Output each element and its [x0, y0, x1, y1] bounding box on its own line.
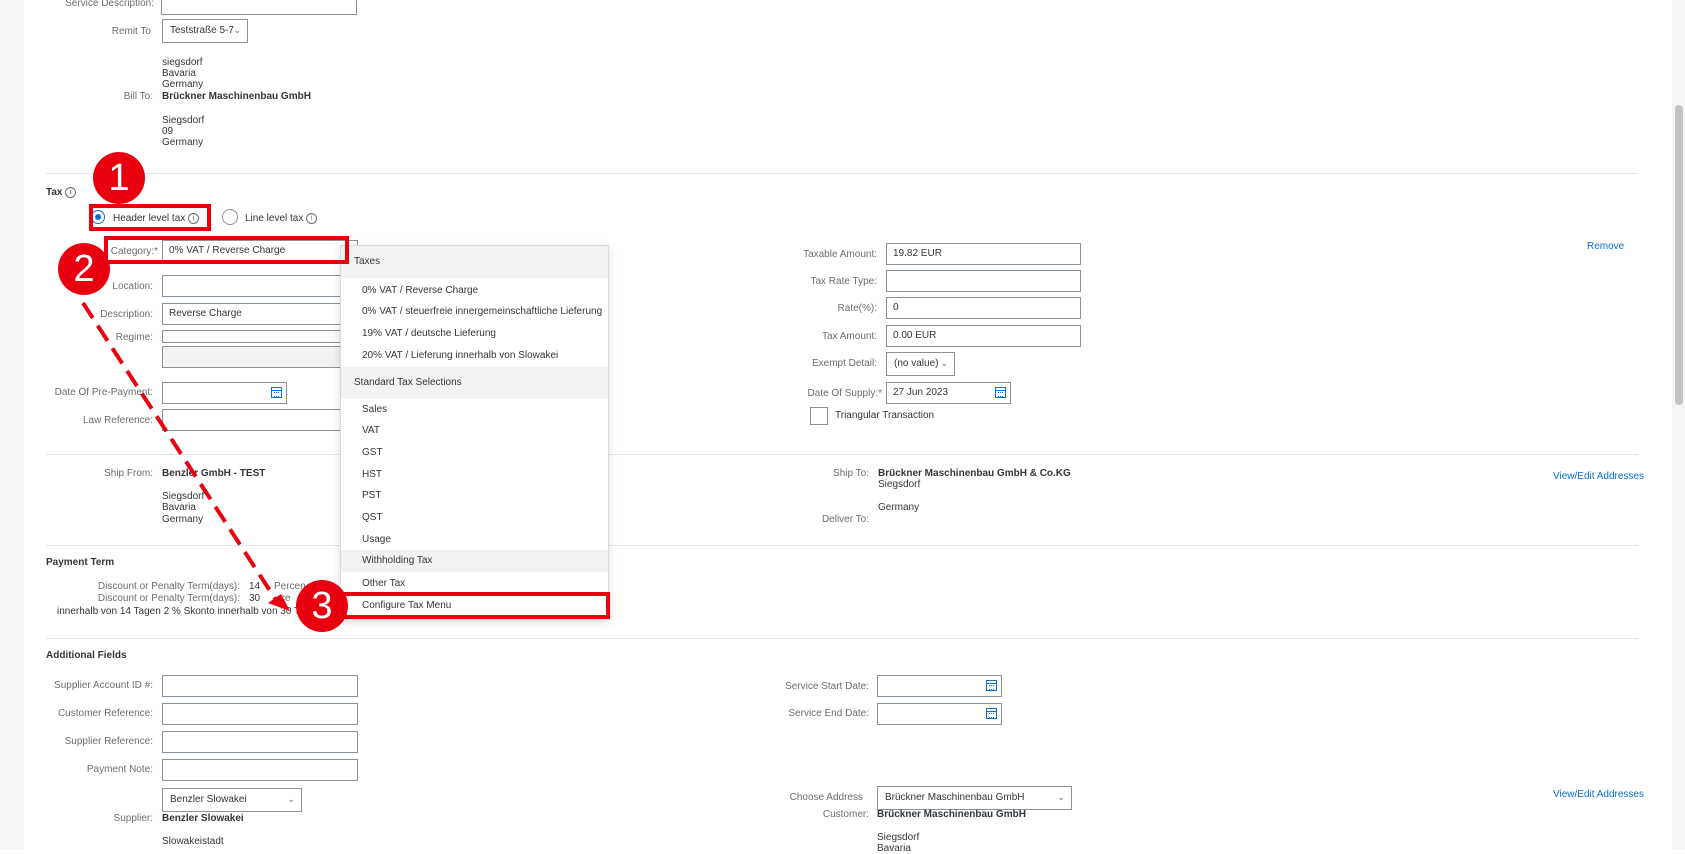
step-badge-1: 1 — [93, 152, 145, 204]
step-badge-3: 3 — [296, 580, 348, 632]
arrow-head — [268, 594, 290, 611]
dashed-arrow — [81, 301, 290, 611]
step-badge-2: 2 — [58, 243, 110, 295]
dashed-arrow-line — [81, 301, 278, 602]
